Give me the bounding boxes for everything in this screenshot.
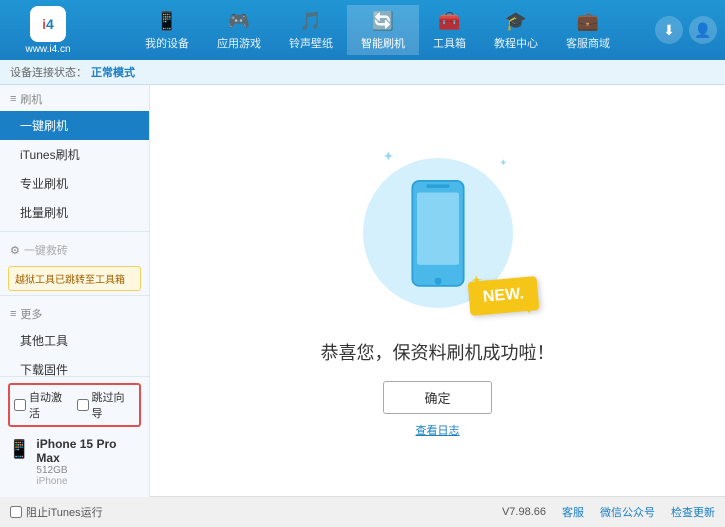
- no-itunes-label: 阻止iTunes运行: [26, 504, 103, 520]
- tutorials-icon: 🎓: [504, 9, 528, 33]
- more-section-icon: ≡: [10, 308, 16, 320]
- sidebar-item-one-key-flash[interactable]: 一键刷机: [0, 111, 149, 140]
- nav-services[interactable]: 💼 客服商域: [552, 5, 624, 55]
- sidebar-section-flash: ≡ 刷机: [0, 85, 149, 111]
- footer-left: 阻止iTunes运行: [10, 504, 103, 520]
- header-right: ⬇ 👤: [655, 16, 717, 44]
- device-phone-icon: 📱: [8, 439, 30, 460]
- sidebar-item-itunes-flash[interactable]: iTunes刷机: [0, 140, 149, 169]
- logo-area: i4 www.i4.cn: [8, 6, 88, 55]
- nav-my-device[interactable]: 📱 我的设备: [131, 5, 203, 55]
- no-itunes-checkbox[interactable]: [10, 506, 22, 518]
- apps-games-icon: 🎮: [227, 9, 251, 33]
- nav-my-device-label: 我的设备: [145, 35, 189, 51]
- device-type: iPhone: [36, 476, 141, 487]
- services-icon: 💼: [576, 9, 600, 33]
- check-update-link[interactable]: 检查更新: [671, 504, 715, 520]
- nav-smart-flash[interactable]: 🔄 智能刷机: [347, 5, 419, 55]
- status-bar: 设备连接状态： 正常模式: [0, 60, 725, 85]
- nav-ringtone[interactable]: 🎵 铃声壁纸: [275, 5, 347, 55]
- device-storage: 512GB: [36, 465, 141, 476]
- nav-toolbox-label: 工具箱: [433, 35, 466, 51]
- success-illustration: ✦ ✦ NEW.: [348, 143, 528, 323]
- nav-apps-games-label: 应用游戏: [217, 35, 261, 51]
- nav-tutorials-label: 教程中心: [494, 35, 538, 51]
- sidebar-section-rescue: ⚙ 一键救砖: [0, 236, 149, 262]
- log-link[interactable]: 查看日志: [416, 422, 460, 438]
- toolbox-icon: 🧰: [438, 9, 462, 33]
- time-guide-input[interactable]: [77, 399, 89, 411]
- wechat-link[interactable]: 微信公众号: [600, 504, 655, 520]
- rescue-warning: 越狱工具已跳转至工具箱: [8, 266, 141, 291]
- version-text: V7.98.66: [502, 506, 546, 518]
- status-mode: 正常模式: [91, 64, 135, 80]
- auto-activate-checkbox[interactable]: 自动激活: [14, 389, 73, 421]
- nav-apps-games[interactable]: 🎮 应用游戏: [203, 5, 275, 55]
- content-area: ✦ ✦ NEW. 恭喜您，保资料刷机成功啦！ 确定 查看日志: [150, 85, 725, 496]
- sidebar-item-pro-flash[interactable]: 专业刷机: [0, 169, 149, 198]
- time-guide-checkbox[interactable]: 跳过向导: [77, 389, 136, 421]
- account-button[interactable]: 👤: [689, 16, 717, 44]
- sidebar-item-other-tools[interactable]: 其他工具: [0, 326, 149, 355]
- nav-services-label: 客服商域: [566, 35, 610, 51]
- device-item: 📱 iPhone 15 Pro Max 512GB iPhone: [8, 433, 141, 491]
- device-info: iPhone 15 Pro Max 512GB iPhone: [36, 437, 141, 487]
- logo-text: www.i4.cn: [25, 44, 70, 55]
- new-badge: NEW.: [467, 276, 539, 316]
- time-guide-label: 跳过向导: [92, 389, 136, 421]
- auto-options-group: 自动激活 跳过向导: [8, 383, 141, 427]
- confirm-button[interactable]: 确定: [383, 381, 491, 414]
- rescue-icon: ⚙: [10, 244, 20, 257]
- auto-activate-label: 自动激活: [29, 389, 73, 421]
- flash-section-icon: ≡: [10, 93, 16, 105]
- rescue-label: 一键救砖: [24, 242, 68, 258]
- nav-ringtone-label: 铃声壁纸: [289, 35, 333, 51]
- status-prefix: 设备连接状态：: [10, 64, 87, 80]
- sidebar-bottom: 自动激活 跳过向导 📱 iPhone 15 Pro Max 512GB iPho…: [0, 376, 150, 497]
- sidebar-section-more: ≡ 更多: [0, 300, 149, 326]
- success-text: 恭喜您，保资料刷机成功啦！: [321, 339, 555, 365]
- device-name: iPhone 15 Pro Max: [36, 437, 141, 465]
- header: i4 www.i4.cn 📱 我的设备 🎮 应用游戏 🎵 铃声壁纸 🔄 智能刷机: [0, 0, 725, 60]
- smart-flash-icon: 🔄: [371, 9, 395, 33]
- phone-svg: [403, 175, 473, 292]
- sidebar-divider-2: [0, 295, 149, 296]
- nav-smart-flash-label: 智能刷机: [361, 35, 405, 51]
- sparkle-tl-icon: ✦: [383, 148, 395, 165]
- my-device-icon: 📱: [155, 9, 179, 33]
- nav-tutorials[interactable]: 🎓 教程中心: [480, 5, 552, 55]
- nav-toolbox[interactable]: 🧰 工具箱: [419, 5, 480, 55]
- sparkle-tr-icon: ✦: [499, 158, 507, 169]
- auto-activate-input[interactable]: [14, 399, 26, 411]
- logo-icon: i4: [30, 6, 66, 42]
- customer-service-link[interactable]: 客服: [562, 504, 584, 520]
- footer-right: V7.98.66 客服 微信公众号 检查更新: [502, 504, 715, 520]
- ringtone-icon: 🎵: [299, 9, 323, 33]
- download-button[interactable]: ⬇: [655, 16, 683, 44]
- footer: 阻止iTunes运行 V7.98.66 客服 微信公众号 检查更新: [0, 496, 725, 526]
- nav-bar: 📱 我的设备 🎮 应用游戏 🎵 铃声壁纸 🔄 智能刷机 🧰 工具箱 🎓: [100, 5, 655, 55]
- sidebar-item-batch-flash[interactable]: 批量刷机: [0, 198, 149, 227]
- sidebar-divider-1: [0, 231, 149, 232]
